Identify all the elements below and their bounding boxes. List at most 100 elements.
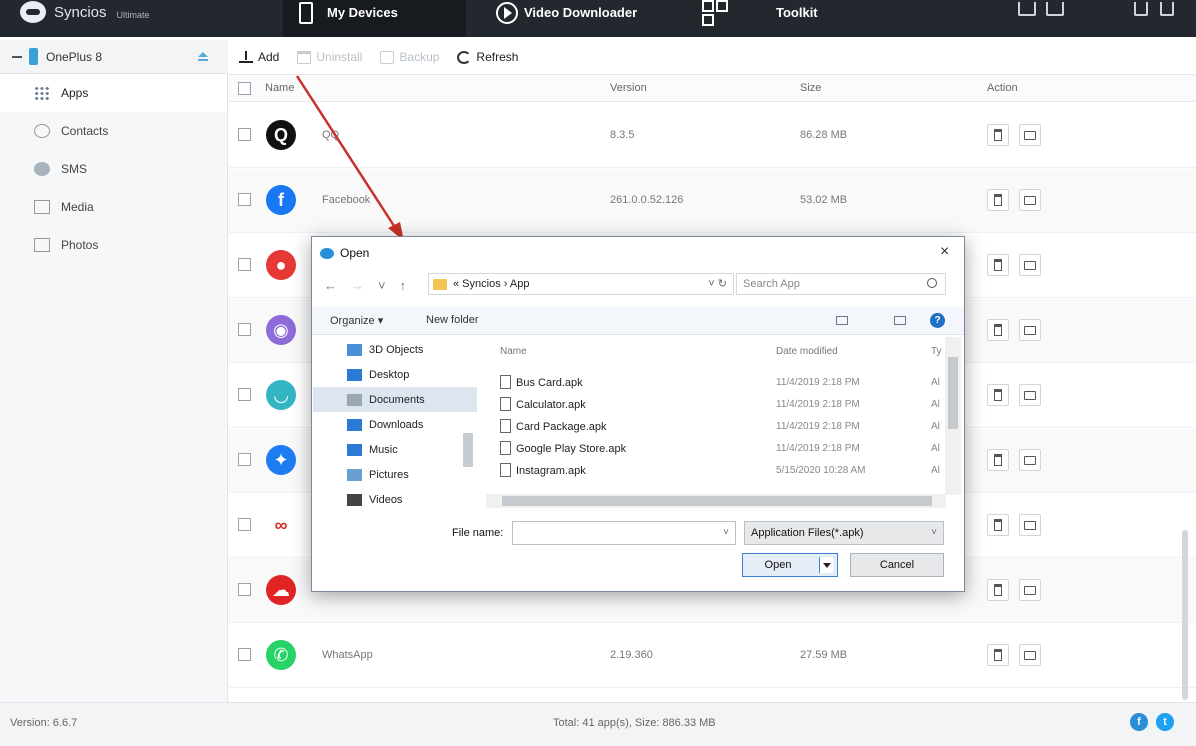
tree-item[interactable]: Documents <box>313 387 477 412</box>
uninstall-button[interactable]: Uninstall <box>297 50 362 64</box>
collapse-icon[interactable] <box>12 55 22 58</box>
row-checkbox[interactable] <box>238 453 251 466</box>
export-app-icon[interactable] <box>1019 124 1041 146</box>
row-checkbox[interactable] <box>238 518 251 531</box>
uninstall-app-icon[interactable] <box>987 189 1009 211</box>
row-checkbox[interactable] <box>238 648 251 661</box>
uninstall-app-icon[interactable] <box>987 124 1009 146</box>
tree-item[interactable]: Music <box>313 437 477 462</box>
table-scrollbar[interactable] <box>1182 530 1188 700</box>
uninstall-app-icon[interactable] <box>987 319 1009 341</box>
file-row[interactable]: Calculator.apk 11/4/2019 2:18 PM Al <box>486 395 946 417</box>
search-input[interactable]: Search App <box>736 273 946 295</box>
file-row[interactable]: Bus Card.apk 11/4/2019 2:18 PM Al <box>486 373 946 395</box>
organize-button[interactable]: Organize ▾ <box>330 314 383 327</box>
apps-grid-icon <box>34 86 50 100</box>
twitter-icon[interactable]: t <box>1156 713 1174 731</box>
cancel-button[interactable]: Cancel <box>850 553 944 577</box>
sidebar-item-sms[interactable]: SMS <box>0 150 227 188</box>
export-app-icon[interactable] <box>1019 514 1041 536</box>
syncios-logo-icon <box>320 247 334 259</box>
file-column-date[interactable]: Date modified <box>776 346 838 357</box>
up-arrow-icon[interactable]: ↑ <box>400 278 407 293</box>
sidebar-item-media[interactable]: Media <box>0 188 227 226</box>
uninstall-app-icon[interactable] <box>987 579 1009 601</box>
chevron-down-icon[interactable]: ˅ <box>723 527 729 538</box>
add-button[interactable]: Add <box>239 50 279 64</box>
row-checkbox[interactable] <box>238 128 251 141</box>
facebook-icon[interactable]: f <box>1130 713 1148 731</box>
backup-button[interactable]: Backup <box>380 50 439 64</box>
row-checkbox[interactable] <box>238 583 251 596</box>
row-checkbox[interactable] <box>238 193 251 206</box>
column-name[interactable]: Name <box>265 82 294 94</box>
file-row[interactable]: Instagram.apk 5/15/2020 10:28 AM Al <box>486 461 946 483</box>
refresh-icon[interactable]: ˅ ↻ <box>708 277 727 290</box>
export-app-icon[interactable] <box>1019 449 1041 471</box>
uninstall-app-icon[interactable] <box>987 514 1009 536</box>
export-app-icon[interactable] <box>1019 189 1041 211</box>
new-folder-button[interactable]: New folder <box>426 314 479 326</box>
file-row[interactable]: Card Package.apk 11/4/2019 2:18 PM Al <box>486 417 946 439</box>
file-column-type[interactable]: Ty <box>931 346 942 357</box>
help-icon[interactable]: ? <box>930 313 945 328</box>
folder-tree: 3D Objects Desktop Documents Downloads Music… <box>313 337 477 509</box>
file-list-hscroll-thumb[interactable] <box>502 496 932 506</box>
file-row[interactable]: Google Play Store.apk 11/4/2019 2:18 PM Al <box>486 439 946 461</box>
file-name: Google Play Store.apk <box>516 443 627 455</box>
column-size[interactable]: Size <box>800 82 821 94</box>
uninstall-app-icon[interactable] <box>987 384 1009 406</box>
tree-item[interactable]: Pictures <box>313 462 477 487</box>
tree-item[interactable]: Downloads <box>313 412 477 437</box>
file-column-name[interactable]: Name <box>500 346 527 357</box>
address-bar[interactable]: « Syncios › App ˅ ↻ <box>428 273 734 295</box>
tree-scrollbar[interactable] <box>463 433 473 467</box>
forward-arrow-icon[interactable]: → <box>351 278 364 293</box>
minimize-icon[interactable] <box>1134 2 1148 16</box>
sidebar-item-photos[interactable]: Photos <box>0 226 227 264</box>
search-placeholder: Search App <box>743 278 800 290</box>
table-row[interactable]: ✆ WhatsApp 2.19.360 27.59 MB <box>229 624 1196 688</box>
table-row[interactable]: f Facebook 261.0.0.52.126 53.02 MB <box>229 169 1196 233</box>
open-button[interactable]: Open <box>742 553 838 577</box>
back-arrow-icon[interactable]: ← <box>324 278 337 293</box>
export-app-icon[interactable] <box>1019 319 1041 341</box>
sidebar-item-apps[interactable]: Apps <box>0 74 227 112</box>
uninstall-app-icon[interactable] <box>987 254 1009 276</box>
column-version[interactable]: Version <box>610 82 647 94</box>
row-checkbox[interactable] <box>238 388 251 401</box>
tree-item-label: Downloads <box>369 418 424 431</box>
sidebar-item-contacts[interactable]: Contacts <box>0 112 227 150</box>
tree-item[interactable]: 3D Objects <box>313 337 477 362</box>
select-all-checkbox[interactable] <box>238 82 251 95</box>
device-selector[interactable]: OnePlus 8 <box>0 40 228 74</box>
uninstall-app-icon[interactable] <box>987 449 1009 471</box>
file-type-select[interactable]: Application Files(*.apk) ˅ <box>744 521 944 545</box>
feedback-icon[interactable] <box>1046 2 1064 16</box>
export-app-icon[interactable] <box>1019 384 1041 406</box>
export-app-icon[interactable] <box>1019 579 1041 601</box>
tree-item[interactable]: Videos <box>313 487 477 509</box>
export-app-icon[interactable] <box>1019 254 1041 276</box>
close-icon[interactable] <box>1160 2 1174 16</box>
table-row[interactable]: Q QQ 8.3.5 86.28 MB <box>229 104 1196 168</box>
tree-item[interactable]: Desktop <box>313 362 477 387</box>
menu-icon[interactable] <box>1018 2 1036 16</box>
tab-video-downloader[interactable]: Video Downloader <box>496 0 637 37</box>
row-checkbox[interactable] <box>238 258 251 271</box>
tab-my-devices[interactable]: My Devices <box>283 0 466 37</box>
export-app-icon[interactable] <box>1019 644 1041 666</box>
file-name-input[interactable]: ˅ <box>512 521 736 545</box>
app-size: 53.02 MB <box>800 194 848 206</box>
preview-pane-icon[interactable] <box>894 316 906 325</box>
file-list-scroll-thumb[interactable] <box>948 357 958 429</box>
tab-toolkit[interactable]: Toolkit <box>702 0 818 37</box>
eject-icon[interactable] <box>198 52 208 62</box>
recent-chevron-icon[interactable]: ˅ <box>378 278 386 293</box>
dialog-close-button[interactable]: × <box>940 243 949 261</box>
open-split-dropdown-icon[interactable] <box>819 557 833 573</box>
row-checkbox[interactable] <box>238 323 251 336</box>
view-options-icon[interactable] <box>836 316 848 325</box>
refresh-button[interactable]: Refresh <box>457 50 518 64</box>
uninstall-app-icon[interactable] <box>987 644 1009 666</box>
